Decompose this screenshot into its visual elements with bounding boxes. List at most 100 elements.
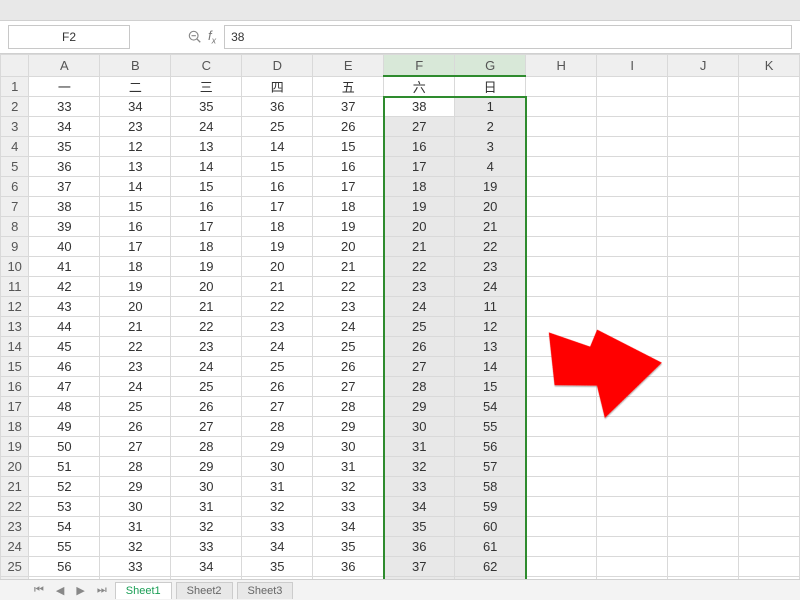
cell[interactable]: 25 [100,397,171,417]
cell[interactable]: 14 [455,357,526,377]
cell[interactable]: 18 [313,197,384,217]
row-header[interactable]: 5 [1,157,29,177]
row-header[interactable]: 10 [1,257,29,277]
cell[interactable]: 27 [100,437,171,457]
column-header[interactable]: A [29,55,100,77]
cell[interactable] [597,277,668,297]
cell[interactable]: 59 [455,497,526,517]
cell[interactable] [526,76,597,97]
cell[interactable] [739,397,800,417]
cell[interactable]: 36 [29,157,100,177]
cell[interactable]: 四 [242,76,313,97]
cell[interactable]: 37 [313,97,384,117]
cell[interactable] [668,297,739,317]
cell[interactable]: 56 [29,557,100,577]
cell[interactable]: 24 [455,277,526,297]
cell[interactable] [739,297,800,317]
row-header[interactable]: 11 [1,277,29,297]
cell[interactable]: 21 [455,217,526,237]
column-header[interactable]: E [313,55,384,77]
cell[interactable] [597,317,668,337]
cell[interactable] [597,497,668,517]
column-header[interactable]: F [384,55,455,77]
cell[interactable]: 27 [171,417,242,437]
cell[interactable]: 16 [242,177,313,197]
cell[interactable]: 46 [29,357,100,377]
cell[interactable]: 33 [29,97,100,117]
cell[interactable]: 17 [100,237,171,257]
cell[interactable]: 55 [455,417,526,437]
tab-nav-first-icon[interactable]: ⏮ [30,584,48,597]
cell[interactable] [739,517,800,537]
cell[interactable]: 12 [100,137,171,157]
cell[interactable] [526,357,597,377]
row-header[interactable]: 2 [1,97,29,117]
cell[interactable]: 30 [171,477,242,497]
cell[interactable]: 33 [384,477,455,497]
cell[interactable] [668,157,739,177]
cell[interactable]: 26 [171,397,242,417]
cell[interactable]: 16 [313,157,384,177]
cell[interactable] [597,197,668,217]
cell[interactable]: 47 [29,377,100,397]
cell[interactable]: 33 [171,537,242,557]
cell[interactable]: 34 [384,497,455,517]
cell[interactable]: 3 [455,137,526,157]
cell[interactable]: 21 [242,277,313,297]
column-header[interactable]: D [242,55,313,77]
cell[interactable]: 29 [171,457,242,477]
cell[interactable]: 54 [29,517,100,537]
cell[interactable]: 32 [171,517,242,537]
row-header[interactable]: 20 [1,457,29,477]
cell[interactable] [526,537,597,557]
cell[interactable]: 28 [100,457,171,477]
cell[interactable] [597,137,668,157]
cell[interactable]: 22 [313,277,384,297]
cell[interactable] [668,76,739,97]
cell[interactable] [526,377,597,397]
cell[interactable]: 60 [455,517,526,537]
cell[interactable]: 35 [242,557,313,577]
cell[interactable]: 34 [313,517,384,537]
cell[interactable]: 23 [100,357,171,377]
cell[interactable]: 57 [455,457,526,477]
cell[interactable]: 14 [242,137,313,157]
cell[interactable]: 34 [242,537,313,557]
cell[interactable] [526,257,597,277]
cell[interactable]: 34 [171,557,242,577]
cell[interactable]: 58 [455,477,526,497]
cell[interactable]: 28 [171,437,242,457]
cell[interactable]: 29 [100,477,171,497]
cell[interactable]: 26 [313,357,384,377]
cell[interactable] [739,497,800,517]
cell[interactable] [668,557,739,577]
row-header[interactable]: 15 [1,357,29,377]
cell[interactable]: 23 [313,297,384,317]
cell[interactable] [597,417,668,437]
cell[interactable]: 1 [455,97,526,117]
cell[interactable]: 22 [100,337,171,357]
cell[interactable] [597,237,668,257]
cell[interactable]: 2 [455,117,526,137]
cell[interactable]: 42 [29,277,100,297]
cell[interactable]: 六 [384,76,455,97]
sheet-tab[interactable]: Sheet3 [237,582,294,599]
cell[interactable]: 37 [29,177,100,197]
cell[interactable]: 三 [171,76,242,97]
cell[interactable]: 13 [171,137,242,157]
cell[interactable]: 16 [171,197,242,217]
cell[interactable] [668,337,739,357]
sheet-tab[interactable]: Sheet2 [176,582,233,599]
cell[interactable]: 17 [171,217,242,237]
cell[interactable]: 29 [384,397,455,417]
cell[interactable]: 20 [100,297,171,317]
cell[interactable]: 22 [171,317,242,337]
cell[interactable] [668,517,739,537]
cell[interactable]: 二 [100,76,171,97]
cell[interactable]: 24 [242,337,313,357]
cell[interactable] [668,177,739,197]
column-header[interactable]: K [739,55,800,77]
row-header[interactable]: 9 [1,237,29,257]
cell[interactable]: 14 [171,157,242,177]
cell[interactable]: 24 [384,297,455,317]
